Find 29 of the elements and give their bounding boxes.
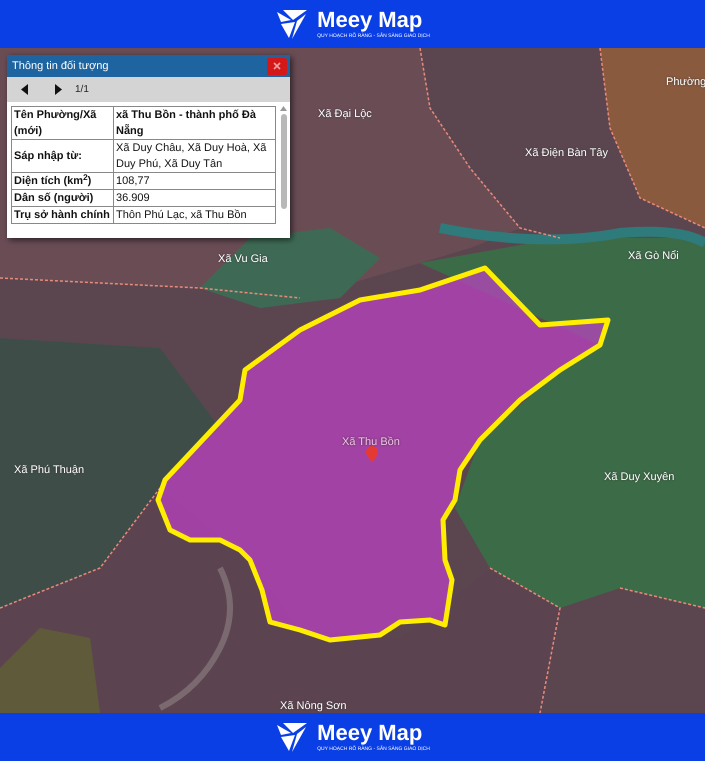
- commune-label: Xã Gò Nổi: [628, 249, 679, 264]
- logo-icon: [275, 8, 310, 40]
- logo-icon: [275, 721, 310, 753]
- close-button[interactable]: [267, 58, 287, 74]
- field-value: 108,77: [114, 172, 276, 190]
- brand-name: Meey Map: [317, 9, 424, 31]
- right-triangle-icon: [54, 84, 62, 95]
- field-label: Tên Phường/Xã (mới): [12, 106, 114, 140]
- commune-label: Xã Phú Thuận: [14, 463, 84, 478]
- field-label: Diện tích (km$^{2}$): [12, 172, 114, 190]
- commune-label: Xã Duy Xuyên: [604, 470, 674, 485]
- field-label: Sáp nhập từ:: [12, 140, 114, 172]
- field-value: Xã Duy Châu, Xã Duy Hoà, Xã Duy Phú, Xã Duy Tân: [114, 140, 276, 172]
- field-label: Dân số (người): [12, 190, 114, 206]
- left-triangle-icon: [20, 84, 28, 95]
- field-value: Thôn Phú Lạc, xã Thu Bồn: [114, 206, 276, 224]
- commune-label: Xã Đại Lộc: [318, 107, 372, 122]
- brand-name: Meey Map: [317, 722, 424, 744]
- scroll-up-icon[interactable]: [280, 106, 288, 111]
- field-label: Trụ sở hành chính: [12, 206, 114, 224]
- commune-label: Xã Nông Sơn: [280, 699, 347, 713]
- page-counter: 1/1: [75, 83, 89, 97]
- commune-label: Xã Điện Bàn Tây: [525, 146, 608, 161]
- close-icon: [273, 62, 281, 70]
- commune-label: Xã Vu Gia: [218, 252, 268, 267]
- field-value: xã Thu Bồn - thành phố Đà Nẵng: [114, 106, 276, 140]
- commune-label: Xã Thu Bồn: [342, 435, 400, 450]
- panel-title: Thông tin đối tượng: [12, 58, 109, 74]
- field-value: 36.909: [114, 190, 276, 206]
